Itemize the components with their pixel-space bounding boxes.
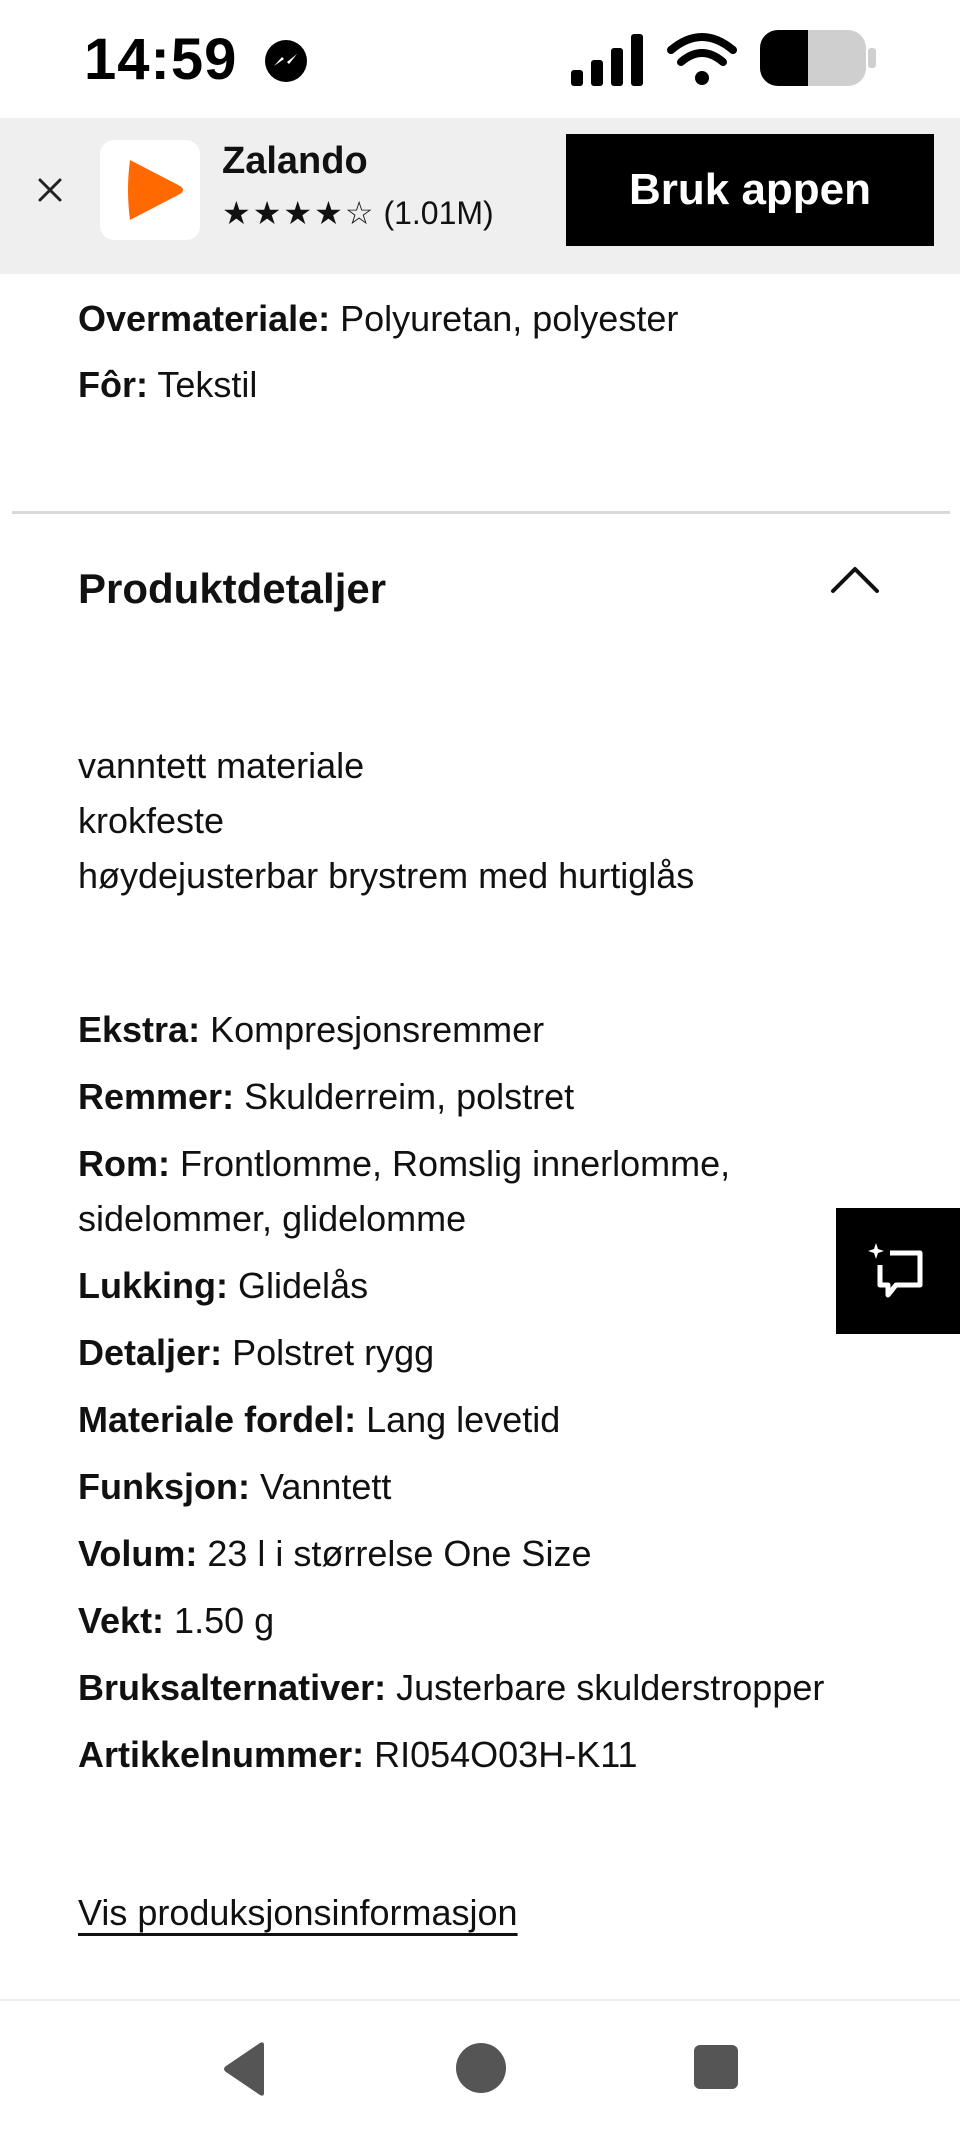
spec-value: Frontlomme, Romslig innerlomme, sidelomm… (78, 1143, 731, 1239)
spec-value: Skulderreim, polstret (234, 1076, 575, 1117)
product-description: vanntett materiale krokfeste høydejuster… (78, 738, 694, 903)
rating-stars: ★★★★☆ (222, 195, 376, 231)
battery-icon (760, 30, 876, 86)
spec-value: Vanntett (249, 1466, 392, 1507)
spec-item: Detaljer: Polstret rygg (78, 1325, 858, 1380)
material-outer: Overmateriale: Polyuretan, polyester (78, 298, 678, 340)
section-divider (12, 511, 950, 514)
chevron-up-icon[interactable] (830, 564, 880, 594)
material-lining: Fôr: Tekstil (78, 364, 257, 406)
production-info-link[interactable]: Vis produksjonsinformasjon (78, 1892, 518, 1934)
spec-item: Bruksalternativer: Justerbare skulderstr… (78, 1660, 858, 1715)
status-bar: 14:59 (0, 0, 960, 118)
product-specs-list: Ekstra: Kompresjonsremmer Remmer: Skulde… (78, 1002, 858, 1794)
spec-label: Ekstra: (78, 1009, 201, 1050)
spec-item: Lukking: Glidelås (78, 1258, 858, 1313)
close-icon[interactable] (30, 170, 70, 210)
spec-item: Vekt: 1.50 g (78, 1593, 858, 1648)
spec-item: Ekstra: Kompresjonsremmer (78, 1002, 858, 1057)
product-details-heading[interactable]: Produktdetaljer (78, 565, 386, 613)
wifi-icon (667, 33, 737, 85)
material-label: Overmateriale: (78, 298, 331, 339)
back-icon[interactable] (220, 2041, 270, 2097)
description-line: krokfeste (78, 800, 225, 841)
feedback-icon (868, 1243, 923, 1298)
material-label: Fôr: (78, 364, 148, 405)
system-nav-bar (0, 2001, 960, 2133)
description-line: høydejusterbar brystrem med hurtiglås (78, 855, 695, 896)
spec-label: Detaljer: (78, 1332, 223, 1373)
spec-value: RI054O03H-K11 (364, 1734, 638, 1775)
messenger-icon (265, 40, 307, 82)
spec-label: Vekt: (78, 1600, 165, 1641)
spec-label: Bruksalternativer: (78, 1667, 387, 1708)
spec-item: Volum: 23 l i størrelse One Size (78, 1526, 858, 1581)
spec-label: Rom: (78, 1143, 170, 1184)
app-rating: ★★★★☆ (1.01M) (222, 194, 494, 232)
material-value: Polyuretan, polyester (330, 298, 679, 339)
status-time: 14:59 (84, 27, 238, 92)
spec-label: Lukking: (78, 1265, 228, 1306)
recents-icon[interactable] (694, 2045, 738, 2089)
feedback-button[interactable] (836, 1208, 960, 1334)
spec-item: Artikkelnummer: RI054O03H-K11 (78, 1727, 858, 1782)
description-line: vanntett materiale (78, 745, 365, 786)
spec-label: Artikkelnummer: (78, 1734, 365, 1775)
spec-item: Materiale fordel: Lang levetid (78, 1392, 858, 1447)
spec-value: Glidelås (228, 1265, 369, 1306)
spec-item: Rom: Frontlomme, Romslig innerlomme, sid… (78, 1136, 858, 1246)
zalando-logo (100, 140, 200, 240)
spec-value: 23 l i størrelse One Size (197, 1533, 592, 1574)
spec-value: 1.50 g (164, 1600, 275, 1641)
signal-icon (571, 34, 643, 86)
spec-value: Lang levetid (356, 1399, 561, 1440)
material-value: Tekstil (147, 364, 258, 405)
app-name: Zalando (222, 140, 368, 182)
home-icon[interactable] (456, 2043, 506, 2093)
spec-item: Remmer: Skulderreim, polstret (78, 1069, 858, 1124)
rating-count: (1.01M) (383, 194, 494, 231)
spec-label: Materiale fordel: (78, 1399, 357, 1440)
app-download-banner: Zalando ★★★★☆ (1.01M) Bruk appen (0, 118, 960, 274)
spec-value: Polstret rygg (222, 1332, 435, 1373)
spec-label: Funksjon: (78, 1466, 250, 1507)
spec-value: Justerbare skulderstropper (386, 1667, 825, 1708)
spec-value: Kompresjonsremmer (200, 1009, 545, 1050)
spec-item: Funksjon: Vanntett (78, 1459, 858, 1514)
spec-label: Remmer: (78, 1076, 235, 1117)
use-app-button[interactable]: Bruk appen (566, 134, 934, 246)
spec-label: Volum: (78, 1533, 198, 1574)
